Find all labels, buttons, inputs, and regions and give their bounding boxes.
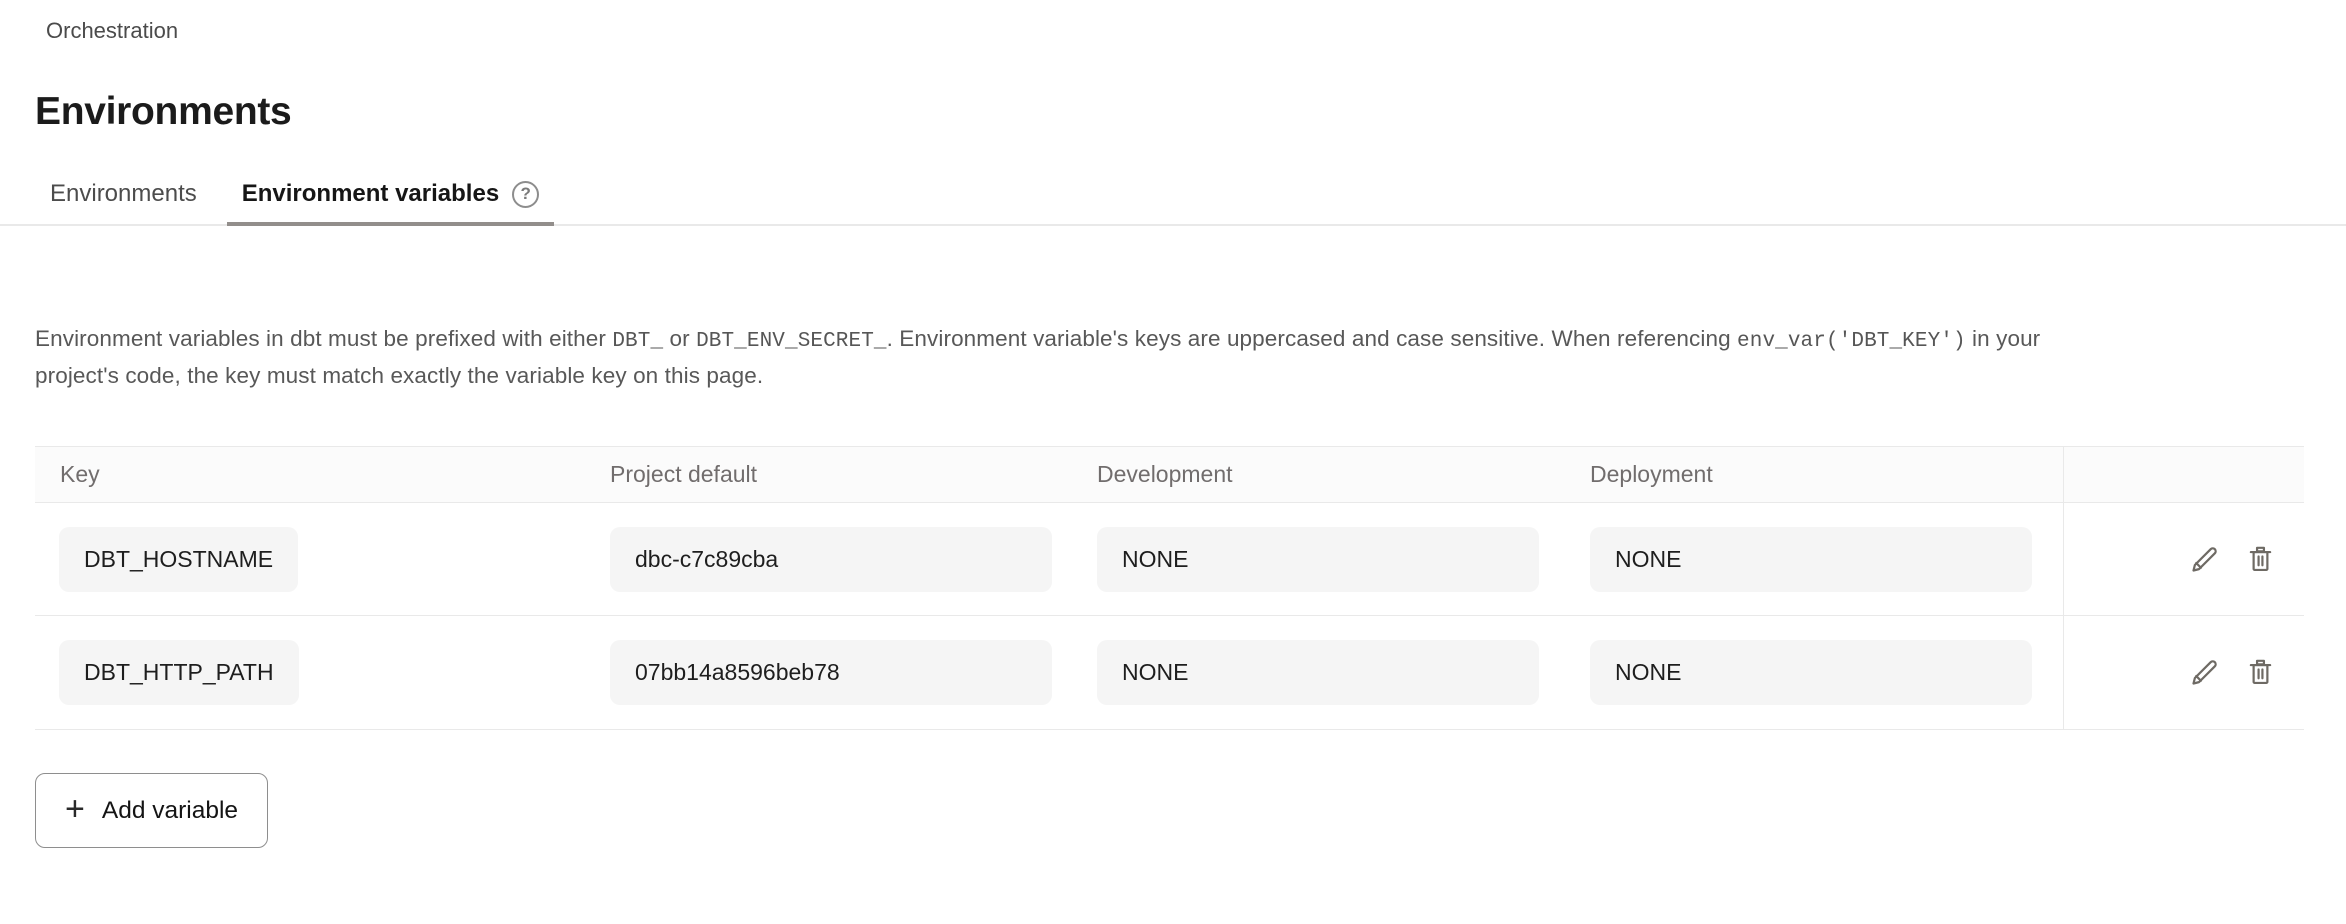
column-header-development: Development (1097, 461, 1590, 488)
column-header-project-default: Project default (610, 461, 1097, 488)
variable-key-pill: DBT_HOSTNAME (59, 527, 298, 592)
table-row: DBT_HOSTNAME dbc-c7c89cba NONE NONE (35, 503, 2304, 616)
development-value-pill: NONE (1097, 527, 1539, 592)
delete-variable-button[interactable] (2242, 541, 2278, 577)
pencil-icon (2188, 543, 2221, 576)
code-dbt-prefix: DBT_ (612, 330, 663, 353)
trash-icon (2244, 656, 2277, 689)
table-row: DBT_HTTP_PATH 07bb14a8596beb78 NONE NONE (35, 616, 2304, 729)
row-actions (2063, 616, 2304, 729)
trash-icon (2244, 543, 2277, 576)
column-header-deployment: Deployment (1590, 461, 2063, 488)
add-variable-label: Add variable (102, 797, 238, 825)
description-part1: Environment variables in dbt must be pre… (35, 326, 612, 351)
edit-variable-button[interactable] (2186, 541, 2222, 577)
project-default-value-pill: dbc-c7c89cba (610, 527, 1052, 592)
code-dbt-env-secret-prefix: DBT_ENV_SECRET_ (696, 330, 887, 353)
environment-variables-table: Key Project default Development Deployme… (35, 446, 2304, 730)
question-mark-icon[interactable]: ? (512, 181, 539, 208)
tab-environment-variables-label: Environment variables (242, 178, 499, 210)
tab-bar: Environments Environment variables ? (0, 178, 2346, 226)
development-value-pill: NONE (1097, 640, 1539, 705)
project-default-value-pill: 07bb14a8596beb78 (610, 640, 1052, 705)
delete-variable-button[interactable] (2242, 655, 2278, 691)
add-variable-button[interactable]: + Add variable (35, 773, 268, 848)
edit-variable-button[interactable] (2186, 655, 2222, 691)
description-text: Environment variables in dbt must be pre… (35, 322, 2125, 393)
deployment-value-pill: NONE (1590, 527, 2032, 592)
table-header-row: Key Project default Development Deployme… (35, 447, 2304, 503)
variable-key-pill: DBT_HTTP_PATH (59, 640, 299, 705)
page-title: Environments (0, 86, 2346, 138)
pencil-icon (2188, 656, 2221, 689)
description-part3: . Environment variable's keys are upperc… (887, 326, 1737, 351)
column-header-key: Key (35, 461, 610, 488)
code-env-var: env_var('DBT_KEY') (1737, 330, 1966, 353)
deployment-value-pill: NONE (1590, 640, 2032, 705)
tab-environments[interactable]: Environments (35, 178, 212, 224)
row-actions (2063, 503, 2304, 615)
description-part2: or (663, 326, 696, 351)
column-header-actions (2063, 447, 2304, 502)
breadcrumb[interactable]: Orchestration (0, 0, 213, 46)
plus-icon: + (65, 792, 85, 826)
tab-environment-variables[interactable]: Environment variables ? (227, 178, 554, 226)
